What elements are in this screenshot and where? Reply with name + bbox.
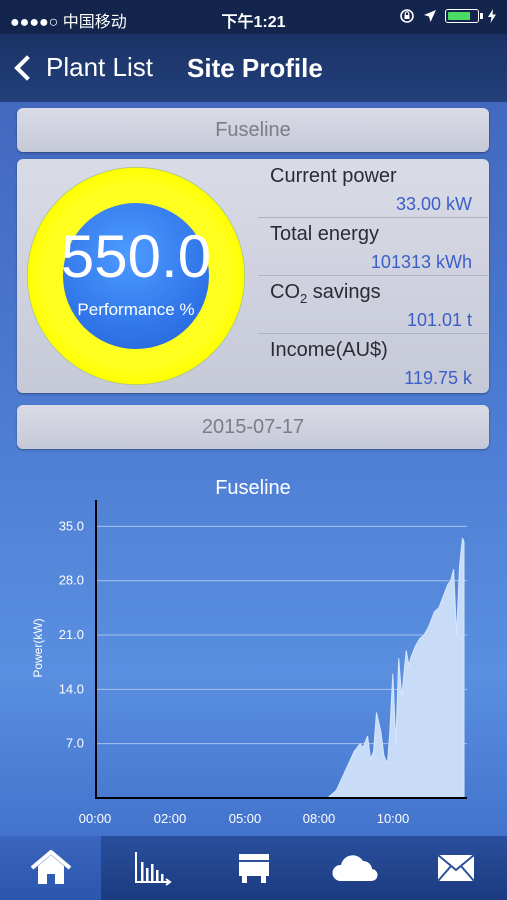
tab-bar <box>0 836 507 900</box>
chevron-left-icon <box>14 54 40 81</box>
stat-co2-savings: CO2 savings 101.01 t <box>258 276 488 334</box>
stat-value: 101.01 t <box>406 310 472 330</box>
stat-label: Current power <box>270 165 397 187</box>
performance-value: 550.0 <box>60 223 212 290</box>
weather-icon <box>332 855 378 882</box>
power-chart: Fuseline Power(kW) 7.0 14.0 21.0 28.0 35.0 0… <box>0 460 507 835</box>
tab-home[interactable] <box>0 836 102 900</box>
stat-total-energy: Total energy 101313 kWh <box>258 218 488 276</box>
stat-income: Income(AU$) 119.75 k <box>258 334 488 392</box>
stat-label: CO2 savings <box>270 281 381 306</box>
charging-icon <box>488 9 496 23</box>
site-name-bar: Fuseline <box>17 108 489 152</box>
back-button[interactable]: Plant List <box>12 52 153 83</box>
y-tick-label: 35.0 <box>59 518 84 533</box>
location-icon <box>424 10 436 22</box>
status-right <box>399 8 497 24</box>
power-chart-svg: Fuseline Power(kW) 7.0 14.0 21.0 28.0 35.0 0… <box>31 477 467 826</box>
performance-gauge: 550.0 Performance % <box>27 167 245 385</box>
x-tick-label: 02:00 <box>154 811 187 826</box>
tab-weather[interactable] <box>304 836 405 900</box>
rotation-lock-icon <box>400 9 414 23</box>
inverter-icon <box>238 854 269 883</box>
stat-current-power: Current power 33.00 kW <box>258 160 488 218</box>
stat-value: 119.75 k <box>404 368 472 388</box>
selected-date: 2015-07-17 <box>201 416 305 438</box>
stat-label: Total energy <box>270 223 379 245</box>
x-tick-label: 05:00 <box>229 811 262 826</box>
nav-bar: Plant List Site Profile <box>0 34 507 102</box>
stat-value: 101313 kWh <box>370 252 472 272</box>
home-icon <box>30 850 71 884</box>
x-tick-label: 08:00 <box>303 811 336 826</box>
page-title: Site Profile <box>187 53 323 83</box>
tab-inverters[interactable] <box>203 836 304 900</box>
y-axis-label: Power(kW) <box>31 618 45 677</box>
y-tick-label: 21.0 <box>59 627 84 642</box>
battery-icon <box>445 9 483 23</box>
date-selector[interactable]: 2015-07-17 <box>17 405 489 449</box>
x-tick-labels: 00:00 02:00 05:00 08:00 10:00 <box>79 811 410 826</box>
status-bar: ●●●●○ 中国移动 下午1:21 <box>0 0 507 34</box>
x-tick-label: 10:00 <box>377 811 410 826</box>
chart-title: Fuseline <box>215 477 291 499</box>
site-name: Fuseline <box>215 119 291 141</box>
y-tick-label: 28.0 <box>59 573 84 588</box>
mail-icon <box>437 854 476 882</box>
back-button-label: Plant List <box>46 52 153 82</box>
chart-icon <box>135 852 172 886</box>
y-tick-labels: 7.0 14.0 21.0 28.0 35.0 <box>59 518 84 750</box>
stat-value: 33.00 kW <box>395 194 472 214</box>
power-area <box>96 537 465 799</box>
y-tick-label: 7.0 <box>66 736 84 751</box>
tab-charts[interactable] <box>101 836 202 900</box>
x-tick-label: 00:00 <box>79 811 112 826</box>
y-tick-label: 14.0 <box>59 681 84 696</box>
tab-messages[interactable] <box>406 836 507 900</box>
stat-label: Income(AU$) <box>270 339 388 361</box>
performance-label: Performance % <box>77 300 195 319</box>
